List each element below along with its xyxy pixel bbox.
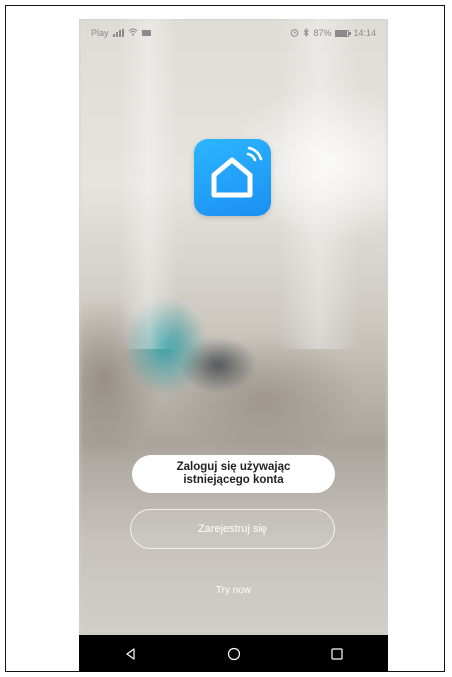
home-wifi-icon (211, 146, 263, 198)
home-button[interactable] (214, 639, 254, 669)
recents-icon (330, 647, 343, 660)
alarm-icon (290, 28, 299, 39)
carrier-name: Play (91, 28, 109, 38)
battery-percent: 87% (313, 28, 332, 38)
battery-icon (335, 29, 352, 37)
recents-button[interactable] (317, 639, 357, 669)
wifi-icon (128, 28, 138, 38)
status-left: Play (91, 28, 151, 38)
try-now-link[interactable]: Try now (79, 585, 388, 596)
status-bar: Play 87% 14:14 (79, 19, 388, 47)
register-button[interactable]: Zarejestruj się (130, 509, 335, 549)
battery-fill (336, 30, 347, 36)
login-existing-account-button[interactable]: Zaloguj się używając istniejącego konta (132, 455, 335, 493)
back-icon (125, 647, 135, 660)
status-right: 87% 14:14 (290, 27, 376, 39)
bluetooth-icon (303, 27, 310, 39)
background-curtain (119, 19, 179, 349)
app-logo (194, 139, 271, 216)
background-curtain (279, 19, 359, 349)
phone-screen: Play 87% 14:14 Zaloguj się używając istn… (79, 19, 388, 672)
clock: 14:14 (353, 28, 376, 38)
signal-icon (112, 29, 124, 37)
mail-icon (141, 30, 151, 36)
home-icon (227, 647, 240, 660)
back-button[interactable] (111, 639, 151, 669)
navigation-bar (79, 635, 388, 672)
